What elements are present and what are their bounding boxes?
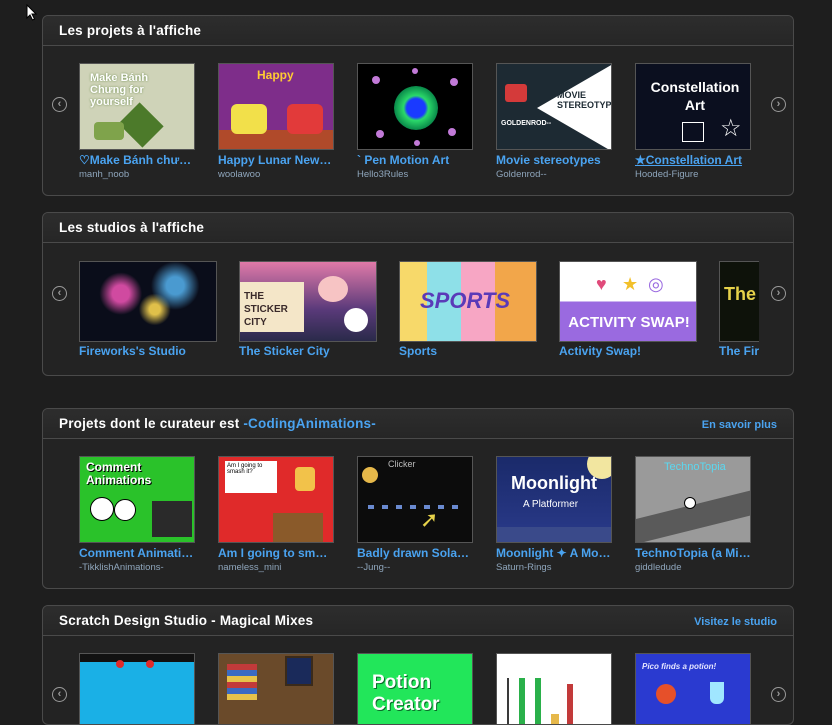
project-author[interactable]: nameless_mini	[218, 562, 334, 573]
carousel-next-arrow-icon[interactable]: ›	[771, 687, 786, 702]
project-author[interactable]: --Jung--	[357, 562, 473, 573]
project-thumbnail[interactable]: Moonlight A Platformer	[496, 456, 612, 543]
thumbnail-subtext: A Platformer	[523, 499, 579, 510]
thumbnail-text: Potion Creator	[372, 672, 440, 715]
thumbnail-text: Moonlight	[511, 473, 597, 493]
design-studio-title: Scratch Design Studio - Magical Mixes	[59, 613, 314, 628]
project-author[interactable]: -TikklishAnimations-	[79, 562, 195, 573]
thumbnail-text: ACTIVITY SWAP!	[568, 314, 690, 331]
project-title[interactable]: Movie stereotypes	[496, 153, 612, 167]
project-author[interactable]: woolawoo	[218, 169, 334, 180]
studio-title[interactable]: Sports	[399, 344, 539, 358]
thumbnail-text: The	[724, 284, 757, 304]
studio-thumbnail[interactable]: SPORTS	[399, 261, 537, 342]
curated-projects-title: Projets dont le curateur est -CodingAnim…	[59, 416, 376, 431]
project-title[interactable]: Comment Animations	[79, 546, 195, 560]
design-studio-header: Scratch Design Studio - Magical Mixes Vi…	[43, 606, 793, 636]
project-thumbnail[interactable]: TechnoTopia	[635, 456, 751, 543]
project-thumbnail[interactable]	[79, 653, 195, 724]
featured-studios-header: Les studios à l'affiche	[43, 213, 793, 243]
project-thumbnail[interactable]: Comment Animations	[79, 456, 195, 543]
studio-tile[interactable]: The The Fire	[719, 261, 759, 361]
project-author[interactable]: manh_noob	[79, 169, 195, 180]
project-author[interactable]: Hooded-Figure	[635, 169, 751, 180]
carousel-prev-arrow-icon[interactable]: ‹	[52, 286, 67, 301]
visit-studio-link[interactable]: Visitez le studio	[694, 616, 777, 628]
curator-link[interactable]: -CodingAnimations-	[243, 416, 376, 431]
learn-more-link[interactable]: En savoir plus	[702, 419, 777, 431]
project-thumbnail[interactable]: MOVIE STEREOTYPES GOLDENROD--	[496, 63, 612, 150]
mouse-cursor-icon	[26, 4, 38, 21]
carousel-next-arrow-icon[interactable]: ›	[771, 97, 786, 112]
featured-studios-title: Les studios à l'affiche	[59, 220, 205, 235]
project-title[interactable]: ★Constellation Art	[635, 153, 751, 167]
thumbnail-text: MOVIE STEREOTYPES	[557, 90, 612, 110]
project-title[interactable]: Am I going to smash it?	[218, 546, 334, 560]
thumbnail-text: Am I going to smash it?	[227, 463, 263, 475]
studio-thumbnail[interactable]	[79, 261, 217, 342]
carousel-prev-arrow-icon[interactable]: ‹	[52, 97, 67, 112]
carousel-prev-arrow-icon[interactable]: ‹	[52, 687, 67, 702]
project-author[interactable]: Saturn-Rings	[496, 562, 612, 573]
studio-thumbnail[interactable]: THE STICKER CITY	[239, 261, 377, 342]
thumbnail-subtext: GOLDENROD--	[501, 120, 552, 127]
studio-thumbnail[interactable]: The	[719, 261, 759, 342]
featured-projects-title: Les projets à l'affiche	[59, 23, 202, 38]
studio-title[interactable]: Activity Swap!	[559, 344, 699, 358]
project-thumbnail[interactable]	[496, 653, 612, 724]
project-thumbnail[interactable]: Am I going to smash it?	[218, 456, 334, 543]
featured-projects-box: Les projets à l'affiche ‹ › Make Bánh Ch…	[42, 15, 794, 196]
project-author[interactable]: Hello3Rules	[357, 169, 473, 180]
thumbnail-text: THE STICKER CITY	[244, 291, 288, 328]
curated-projects-box: Projets dont le curateur est -CodingAnim…	[42, 408, 794, 589]
featured-projects-header: Les projets à l'affiche	[43, 16, 793, 46]
thumbnail-text: Make Bánh Chưng for yourself	[90, 72, 149, 108]
project-title[interactable]: Badly drawn Solar System	[357, 546, 473, 560]
carousel-next-arrow-icon[interactable]: ›	[771, 286, 786, 301]
project-title[interactable]: TechnoTopia (a Mini game)	[635, 546, 751, 560]
curated-projects-header: Projets dont le curateur est -CodingAnim…	[43, 409, 793, 439]
thumbnail-text: Constellation Art	[650, 79, 740, 113]
project-title[interactable]: Moonlight ✦ A Moonlit Platformer	[496, 546, 612, 560]
project-thumbnail[interactable]: Make Bánh Chưng for yourself	[79, 63, 195, 150]
studio-title[interactable]: The Fire	[719, 344, 759, 358]
project-title[interactable]: Happy Lunar New Year	[218, 153, 334, 167]
thumbnail-text: TechnoTopia	[664, 461, 726, 473]
project-thumbnail[interactable]	[218, 653, 334, 724]
design-studio-box: Scratch Design Studio - Magical Mixes Vi…	[42, 605, 794, 725]
studio-thumbnail[interactable]: ♥ ★ ◎ ACTIVITY SWAP!	[559, 261, 697, 342]
project-author[interactable]: Goldenrod--	[496, 169, 612, 180]
thumbnail-text: Comment Animations	[86, 460, 152, 487]
project-thumbnail[interactable]: Potion Creator	[357, 653, 473, 724]
project-title[interactable]: ♡Make Bánh chưng for yourself	[79, 153, 195, 167]
project-thumbnail[interactable]	[357, 63, 473, 150]
project-title[interactable]: ` Pen Motion Art	[357, 153, 473, 167]
thumbnail-text: Pico finds a potion!	[642, 662, 717, 671]
project-thumbnail[interactable]: Pico finds a potion!	[635, 653, 751, 724]
studio-title[interactable]: The Sticker City	[239, 344, 379, 358]
project-thumbnail[interactable]: Clicker ➚	[357, 456, 473, 543]
featured-studios-box: Les studios à l'affiche ‹ › Fireworks's …	[42, 212, 794, 376]
studio-title[interactable]: Fireworks's Studio	[79, 344, 219, 358]
thumbnail-text: Clicker	[388, 459, 416, 469]
thumbnail-text: SPORTS	[420, 288, 511, 313]
project-thumbnail[interactable]: Happy	[218, 63, 334, 150]
project-thumbnail[interactable]: Constellation Art ☆	[635, 63, 751, 150]
thumbnail-text: Happy	[257, 68, 294, 82]
project-author[interactable]: giddledude	[635, 562, 751, 573]
